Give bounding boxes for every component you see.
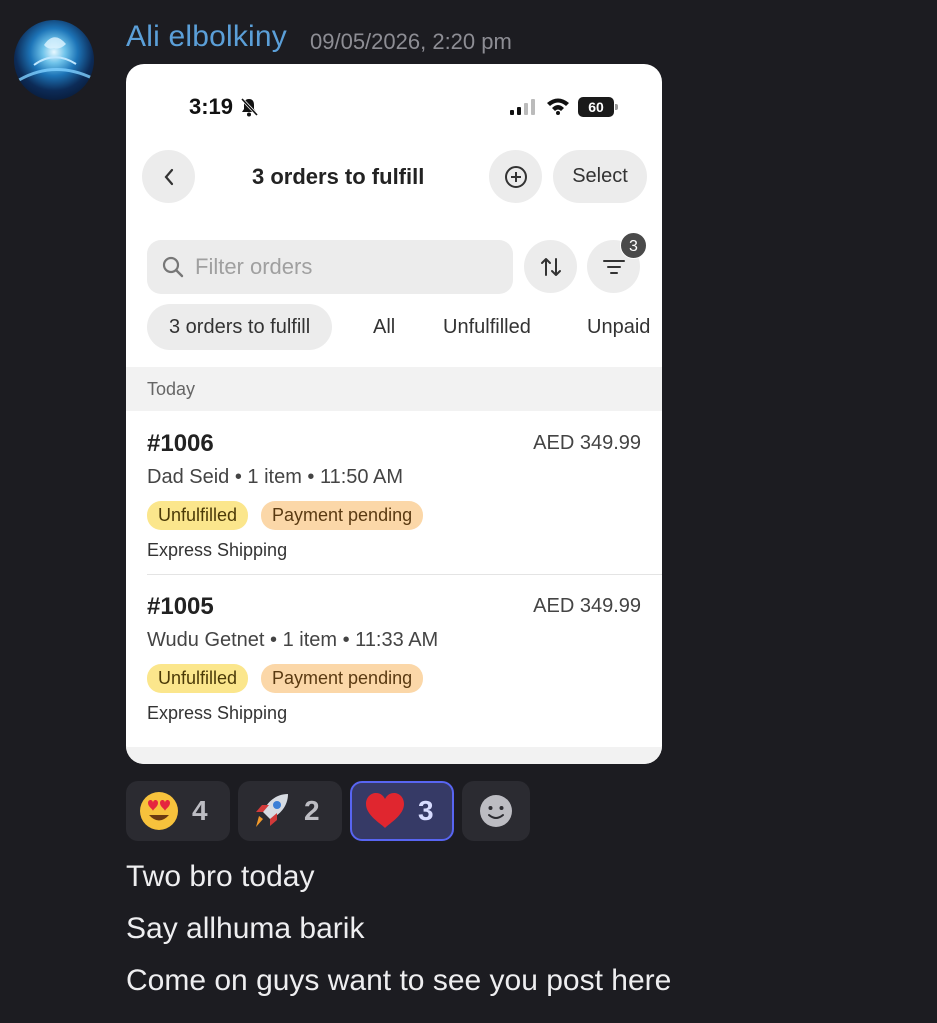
chip-all[interactable]: All: [373, 304, 395, 350]
plus-circle-icon: [504, 165, 527, 188]
reaction-count: 2: [304, 795, 320, 826]
status-time: 3:19: [189, 94, 234, 119]
message-line: Come on guys want to see you post here: [126, 964, 672, 997]
payment-status-badge: Payment pending: [261, 664, 424, 693]
list-continuation: [126, 747, 662, 764]
bell-muted-icon: [240, 97, 259, 117]
payment-status-badge: Payment pending: [261, 501, 424, 530]
reaction-heart[interactable]: 3: [350, 781, 454, 841]
search-icon: [162, 256, 184, 278]
phone-screenshot[interactable]: 3:19 60 3 orders to fulfill Select Filte…: [126, 64, 662, 764]
order-row[interactable]: #1006 AED 349.99 Dad Seid • 1 item • 11:…: [147, 430, 641, 570]
sort-button[interactable]: [524, 240, 577, 293]
add-reaction-button[interactable]: [462, 781, 530, 841]
filter-count-badge: 3: [620, 232, 647, 259]
battery-indicator: 60: [578, 97, 618, 117]
order-id: #1006: [147, 430, 214, 457]
order-amount: AED 349.99: [533, 432, 641, 454]
section-header-today: Today: [126, 367, 662, 411]
cellular-signal-icon: [510, 99, 535, 115]
reaction-heart-eyes[interactable]: 4: [126, 781, 230, 841]
chevron-left-icon: [164, 168, 173, 185]
back-button[interactable]: [142, 150, 195, 203]
message-timestamp: 09/05/2026, 2:20 pm: [310, 29, 512, 54]
divider: [147, 574, 662, 575]
search-input[interactable]: [195, 254, 495, 280]
chip-unfulfilled[interactable]: Unfulfilled: [443, 304, 531, 350]
chip-orders-to-fulfill[interactable]: 3 orders to fulfill: [147, 304, 333, 350]
order-id: #1005: [147, 593, 214, 620]
avatar[interactable]: [14, 20, 94, 100]
filter-lines-icon: [602, 259, 625, 274]
reaction-rocket[interactable]: 2: [238, 781, 342, 841]
smiley-add-reaction-icon: [480, 795, 512, 827]
page-title: 3 orders to fulfill: [252, 164, 425, 189]
rocket-icon: [256, 794, 288, 827]
message-line: Two bro today: [126, 860, 315, 893]
order-meta: Wudu Getnet • 1 item • 11:33 AM: [147, 629, 439, 651]
shipping-method: Express Shipping: [147, 540, 288, 560]
add-order-button[interactable]: [489, 150, 542, 203]
order-row[interactable]: #1005 AED 349.99 Wudu Getnet • 1 item • …: [147, 593, 641, 733]
reaction-count: 4: [192, 795, 208, 826]
order-meta: Dad Seid • 1 item • 11:50 AM: [147, 466, 403, 488]
reaction-count: 3: [418, 795, 434, 826]
heart-eyes-face-icon: [140, 792, 178, 830]
sort-arrows-icon: [540, 257, 561, 276]
order-amount: AED 349.99: [533, 595, 641, 617]
author-name[interactable]: Ali elbolkiny: [126, 20, 287, 54]
fulfillment-status-badge: Unfulfilled: [147, 501, 249, 530]
chip-unpaid[interactable]: Unpaid: [587, 304, 650, 350]
filter-orders-search[interactable]: [147, 240, 513, 294]
shipping-method: Express Shipping: [147, 703, 288, 723]
select-button[interactable]: Select: [553, 150, 647, 203]
message-line: Say allhuma barik: [126, 912, 365, 945]
wifi-icon: [547, 98, 569, 115]
red-heart-icon: [366, 793, 404, 828]
fulfillment-status-badge: Unfulfilled: [147, 664, 249, 693]
